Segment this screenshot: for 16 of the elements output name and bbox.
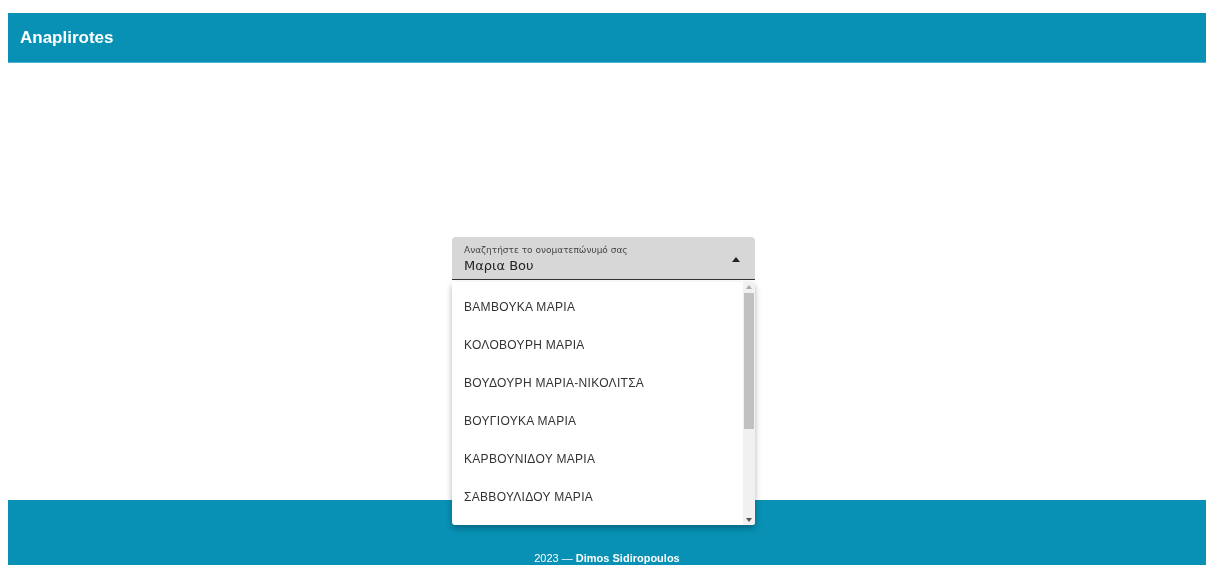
dropdown-option[interactable]: ΒΟΥΔΟΥΡΗ ΜΑΡΙΑ-ΝΙΚΟΛΙΤΣΑ bbox=[452, 364, 743, 402]
field-label: Αναζητήστε το ονοματεπώνυμό σας bbox=[464, 244, 628, 256]
dropdown-option[interactable]: ΒΑΜΒΟΥΚΑ ΜΑΡΙΑ bbox=[452, 288, 743, 326]
dropdown-option[interactable]: ΚΑΡΒΟΥΝΙΔΟΥ ΜΑΡΙΑ bbox=[452, 440, 743, 478]
scroll-down-icon[interactable] bbox=[746, 518, 752, 522]
app-title: Anaplirotes bbox=[20, 27, 114, 48]
caret-icon bbox=[732, 257, 740, 262]
scrollbar-thumb[interactable] bbox=[744, 293, 754, 429]
scrollbar[interactable] bbox=[743, 282, 755, 525]
footer-text: 2023 — Dimos Sidiropoulos bbox=[534, 552, 680, 564]
search-field[interactable]: Αναζητήστε το ονοματεπώνυμό σας Μαρια Βου bbox=[452, 237, 755, 280]
dropdown-option[interactable]: ΣΑΒΒΟΥΛΙΔΟΥ ΜΑΡΙΑ bbox=[452, 478, 743, 516]
dropdown-option[interactable]: ΒΟΥΓΙΟΥΚΑ ΜΑΡΙΑ bbox=[452, 402, 743, 440]
dropdown-option[interactable]: ΚΟΛΟΒΟΥΡΗ ΜΑΡΙΑ bbox=[452, 326, 743, 364]
field-value: Μαρια Βου bbox=[464, 257, 534, 275]
scroll-up-icon[interactable] bbox=[746, 285, 752, 289]
